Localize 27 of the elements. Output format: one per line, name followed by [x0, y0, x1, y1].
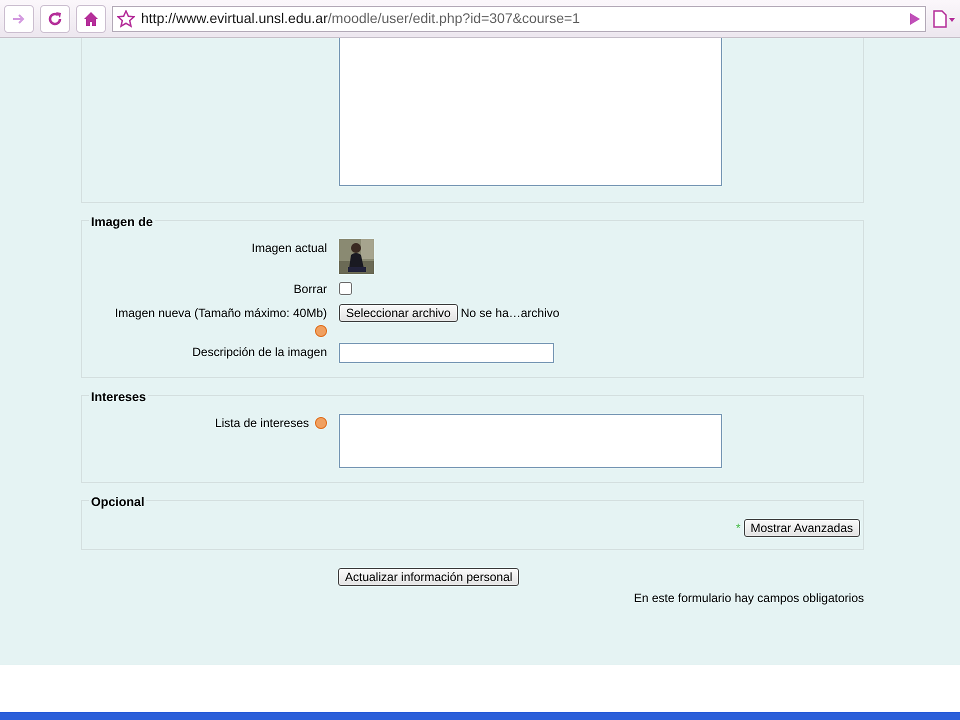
home-button[interactable] [76, 4, 106, 32]
file-status: No se ha…archivo [460, 305, 560, 322]
forward-icon [12, 12, 26, 24]
reload-button[interactable] [40, 4, 70, 32]
field-label: Lista de intereses [214, 415, 309, 432]
field-label: Imagen actual [252, 240, 327, 257]
required-mark: * [736, 520, 740, 537]
page-icon [932, 10, 956, 28]
star-icon [117, 10, 135, 28]
reload-icon [47, 10, 63, 26]
update-profile-button[interactable]: Actualizar información personal [338, 568, 520, 586]
play-icon [909, 12, 921, 26]
required-fields-note: En este formulario hay campos obligatorios [634, 591, 864, 605]
url-text: http://www.evirtual.unsl.edu.ar/moodle/user/edit.php?id=307&course=1 [141, 9, 580, 28]
file-button[interactable]: Seleccionar archivo [339, 304, 458, 322]
field-label: Borrar [294, 281, 327, 298]
field-label: Imagen nueva (Tamaño máximo: 40Mb) [114, 305, 327, 322]
field-label: Descripción de la imagen [192, 344, 327, 361]
home-icon [83, 10, 99, 26]
forward-button[interactable] [4, 4, 34, 32]
interests-field[interactable] [339, 414, 722, 468]
show-advanced-button[interactable]: Mostrar Avanzadas [744, 519, 860, 537]
address-bar[interactable]: http://www.evirtual.unsl.edu.ar/moodle/user/edit.php?id=307&course=1 [112, 6, 926, 32]
help-icon[interactable] [315, 417, 327, 429]
help-icon[interactable] [315, 325, 327, 337]
description-field[interactable] [339, 343, 554, 363]
delete-checkbox[interactable] [339, 282, 352, 295]
